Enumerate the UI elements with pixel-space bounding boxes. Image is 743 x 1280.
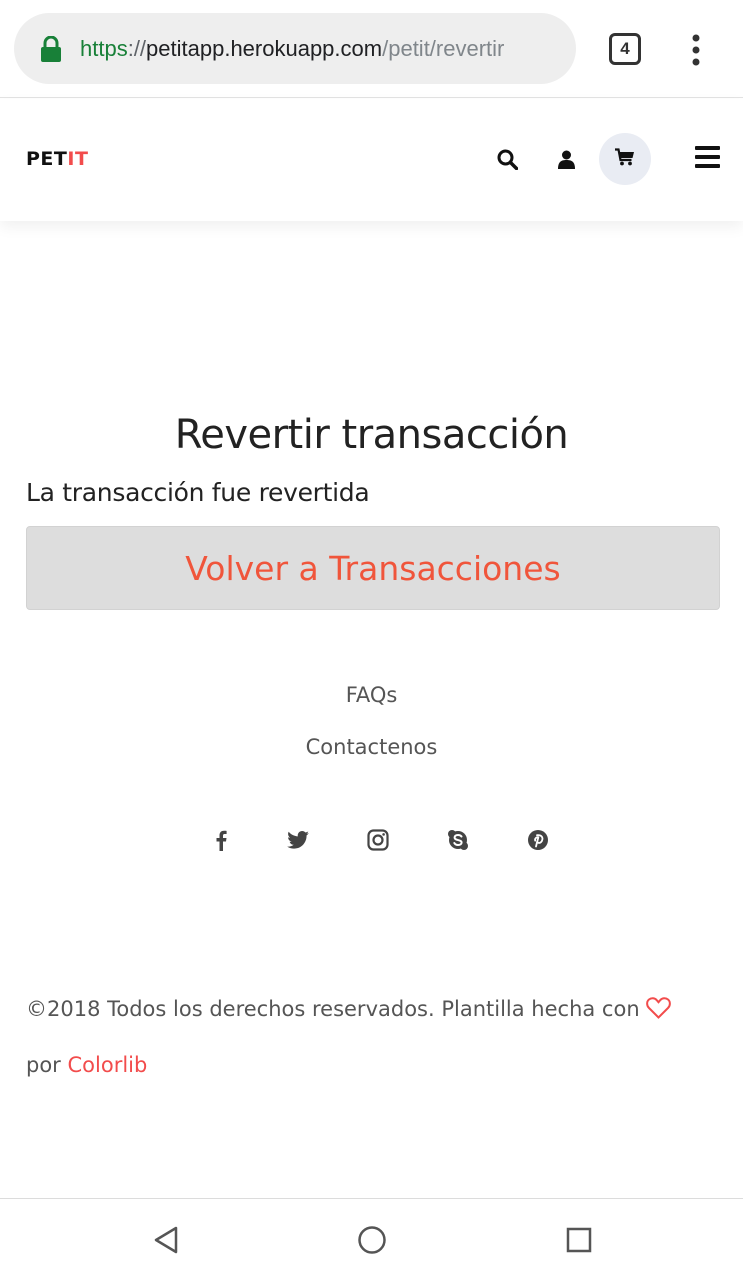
overflow-menu-icon[interactable] — [690, 34, 702, 66]
url-path: /petit/revertir — [382, 35, 505, 61]
footer-link-contact[interactable]: Contactenos — [0, 735, 743, 759]
url-separator: :// — [127, 35, 147, 61]
browser-toolbar: https://petitapp.herokuapp.com/petit/rev… — [0, 0, 743, 98]
android-nav-bar — [0, 1198, 743, 1280]
search-icon[interactable] — [495, 147, 519, 171]
logo-main-text: PET — [26, 148, 68, 170]
footer-link-faqs[interactable]: FAQs — [0, 683, 743, 707]
site-header: PETIT — [0, 99, 743, 221]
copyright-notice: ©2018 Todos los derechos reservados. Pla… — [26, 983, 726, 1092]
colorlib-link[interactable]: Colorlib — [68, 1053, 148, 1077]
url-text: https://petitapp.herokuapp.com/petit/rev… — [80, 36, 504, 62]
url-scheme: https — [80, 35, 128, 61]
hamburger-menu-icon[interactable] — [694, 145, 720, 169]
by-text: por — [26, 1053, 61, 1077]
logo-accent-text: IT — [67, 148, 89, 170]
site-logo[interactable]: PETIT — [26, 148, 88, 170]
cart-icon — [615, 148, 635, 170]
user-icon[interactable] — [555, 147, 577, 171]
pinterest-icon[interactable] — [520, 822, 556, 858]
social-links — [0, 822, 743, 858]
facebook-icon[interactable] — [203, 822, 239, 858]
back-icon[interactable] — [149, 1223, 183, 1257]
heart-icon — [645, 986, 671, 1039]
page-title: Revertir transacción — [174, 412, 569, 458]
address-bar[interactable]: https://petitapp.herokuapp.com/petit/rev… — [14, 13, 576, 84]
back-to-transactions-button[interactable]: Volver a Transacciones — [26, 526, 720, 610]
url-host: petitapp.herokuapp.com — [146, 35, 383, 61]
status-message: La transacción fue revertida — [26, 478, 370, 507]
instagram-icon[interactable] — [360, 822, 396, 858]
cart-button[interactable] — [599, 133, 651, 185]
skype-icon[interactable] — [440, 822, 476, 858]
recents-icon[interactable] — [562, 1223, 596, 1257]
home-icon[interactable] — [355, 1223, 389, 1257]
tab-switcher-button[interactable]: 4 — [609, 33, 641, 65]
twitter-icon[interactable] — [280, 822, 316, 858]
lock-icon — [40, 35, 62, 62]
copyright-text: ©2018 Todos los derechos reservados. Pla… — [26, 997, 640, 1021]
